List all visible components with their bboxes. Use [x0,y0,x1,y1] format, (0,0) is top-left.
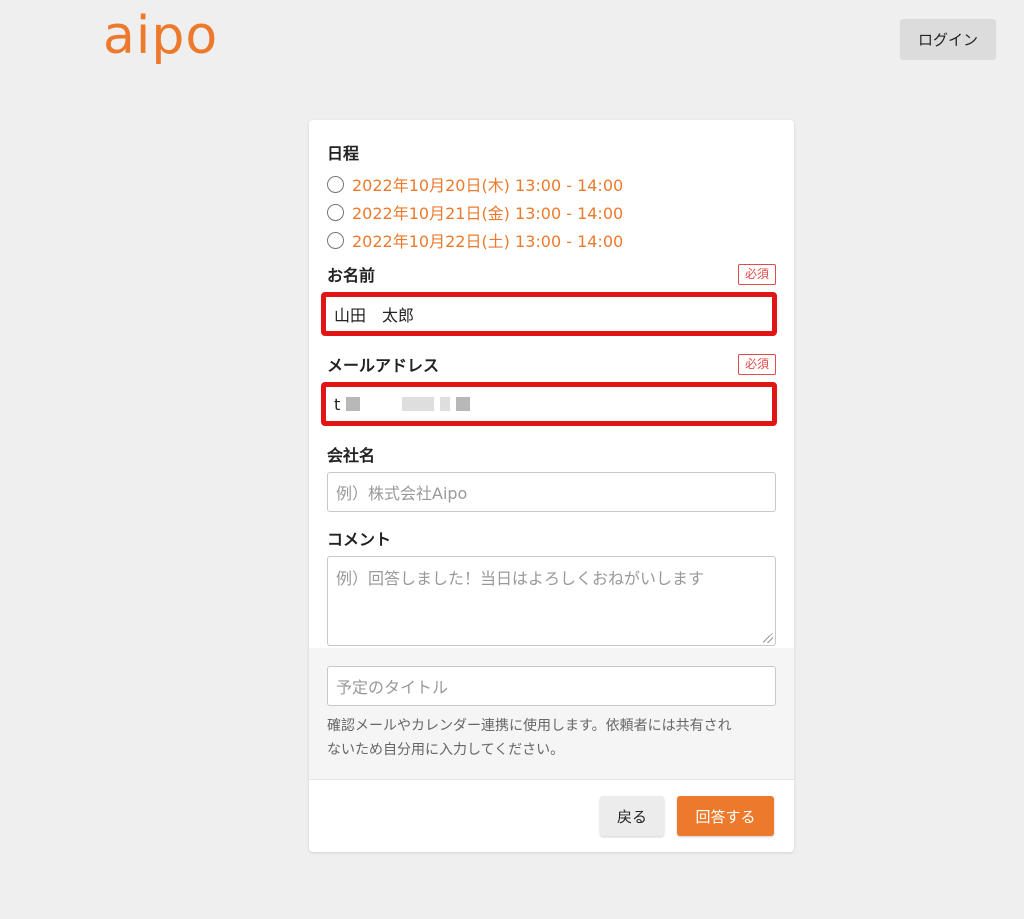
form-main-section: 日程 2022年10月20日(木) 13:00 - 14:00 2022年10月… [309,120,794,648]
title-help-text: 確認メールやカレンダー連携に使用します。依頼者には共有され ないため自分用に入力… [327,718,732,758]
name-input[interactable]: 山田 太郎 [321,292,777,336]
required-badge: 必須 [737,263,776,285]
schedule-option-1[interactable]: 2022年10月20日(木) 13:00 - 14:00 [327,170,776,198]
email-label: メールアドレス 必須 [327,352,776,376]
aipo-logo[interactable]: aipo [103,6,218,66]
radio-button[interactable] [327,203,344,221]
form-footer: 戻る 回答する [309,780,794,852]
radio-button[interactable] [327,231,344,249]
login-button[interactable]: ログイン [900,19,996,59]
schedule-label: 日程 [327,144,360,163]
company-label: 会社名 [327,446,376,465]
page-header: aipo ログイン [0,0,1024,100]
submit-button[interactable]: 回答する [677,796,774,836]
masked-email-value: t [334,395,471,414]
comment-textarea[interactable]: 例）回答しました！当日はよろしくおねがいします [327,556,776,646]
response-form-card: 日程 2022年10月20日(木) 13:00 - 14:00 2022年10月… [309,120,794,852]
event-title-input[interactable]: 予定のタイトル [327,666,776,706]
email-input[interactable]: t [321,382,777,426]
back-button[interactable]: 戻る [600,796,664,836]
radio-button[interactable] [327,175,344,193]
name-label: お名前 必須 [327,262,776,286]
resize-handle-icon[interactable] [763,633,773,643]
title-section: 予定のタイトル 確認メールやカレンダー連携に使用します。依頼者には共有され ない… [309,648,794,780]
schedule-options: 2022年10月20日(木) 13:00 - 14:00 2022年10月21日… [327,170,776,254]
required-badge: 必須 [737,353,776,375]
company-input[interactable]: 例）株式会社Aipo [327,472,776,512]
schedule-option-2[interactable]: 2022年10月21日(金) 13:00 - 14:00 [327,198,776,226]
schedule-option-3[interactable]: 2022年10月22日(土) 13:00 - 14:00 [327,226,776,254]
comment-label: コメント [327,530,392,549]
